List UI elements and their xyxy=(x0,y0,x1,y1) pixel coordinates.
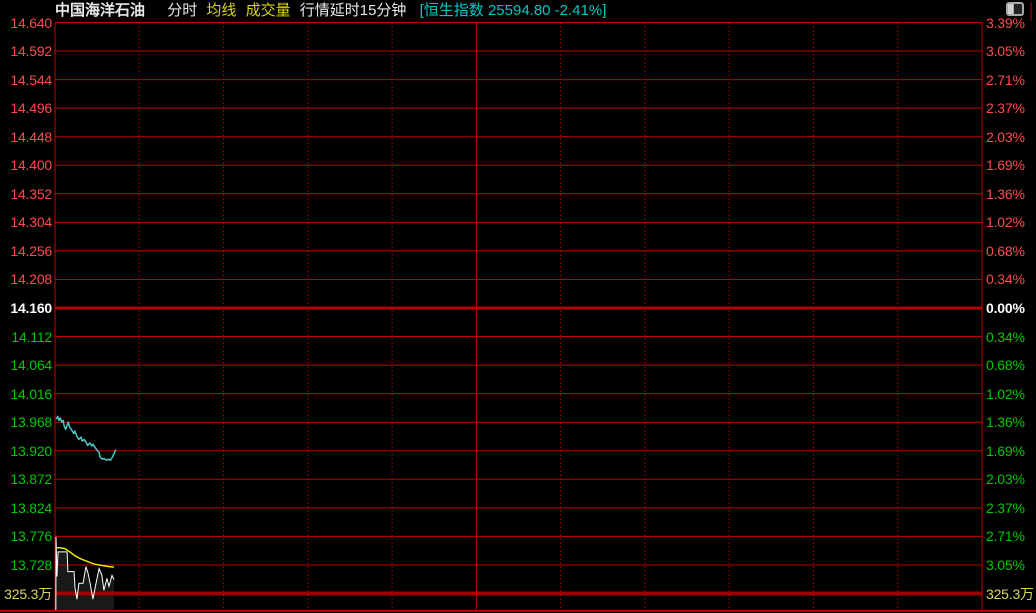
percent-axis-label: 0.34% xyxy=(986,271,1036,287)
percent-axis-label: 0.68% xyxy=(986,243,1036,259)
price-axis-label: 14.640 xyxy=(0,15,52,31)
volume-scale-label-r: 325.3万 xyxy=(986,586,1036,602)
index-ticker[interactable]: [恒生指数 25594.80 -2.41%] xyxy=(420,1,607,21)
percent-axis-label: 0.68% xyxy=(986,357,1036,373)
price-line xyxy=(56,416,116,460)
panel-toggle-icon-pane xyxy=(1008,4,1014,14)
stock-name: 中国海洋石油 xyxy=(55,1,145,21)
percent-axis-label: 0.00% xyxy=(986,300,1036,316)
price-axis-label: 14.352 xyxy=(0,186,52,202)
percent-axis-label: 2.37% xyxy=(986,100,1036,116)
volume-scale-label-l: 325.3万 xyxy=(0,586,52,602)
price-axis-label: 14.016 xyxy=(0,386,52,402)
percent-axis-label: 1.36% xyxy=(986,414,1036,430)
price-axis-label: 14.400 xyxy=(0,157,52,173)
panel-toggle-icon[interactable] xyxy=(1006,2,1024,16)
delay-notice: 行情延时15分钟 xyxy=(300,1,407,21)
percent-axis-label: 2.03% xyxy=(986,471,1036,487)
tab-timeshare[interactable]: 分时 xyxy=(167,1,197,21)
price-axis-label: 13.824 xyxy=(0,500,52,516)
price-axis-label: 14.208 xyxy=(0,271,52,287)
percent-axis-label: 2.03% xyxy=(986,129,1036,145)
title-bar: 中国海洋石油 分时 均线 成交量 行情延时15分钟 [恒生指数 25594.80… xyxy=(55,1,606,21)
price-axis-label: 14.496 xyxy=(0,100,52,116)
percent-axis-label: 2.71% xyxy=(986,528,1036,544)
tab-ma[interactable]: 均线 xyxy=(206,1,236,21)
price-axis-label: 14.112 xyxy=(0,329,52,345)
price-axis-label: 13.872 xyxy=(0,471,52,487)
price-axis-label: 13.728 xyxy=(0,557,52,573)
percent-axis-label: 0.34% xyxy=(986,329,1036,345)
percent-axis-label: 2.71% xyxy=(986,72,1036,88)
stock-chart-app: 中国海洋石油 分时 均线 成交量 行情延时15分钟 [恒生指数 25594.80… xyxy=(0,0,1036,613)
percent-axis-label: 1.02% xyxy=(986,386,1036,402)
price-axis-label: 14.544 xyxy=(0,72,52,88)
percent-axis-label: 3.05% xyxy=(986,43,1036,59)
percent-axis-label: 1.36% xyxy=(986,186,1036,202)
percent-axis-label: 1.69% xyxy=(986,157,1036,173)
chart-canvas[interactable] xyxy=(0,0,1036,613)
percent-axis-label: 3.05% xyxy=(986,557,1036,573)
price-axis-label: 14.064 xyxy=(0,357,52,373)
price-axis-label: 14.592 xyxy=(0,43,52,59)
price-axis-label: 14.160 xyxy=(0,300,52,316)
tab-volume[interactable]: 成交量 xyxy=(246,1,291,21)
price-axis-label: 14.304 xyxy=(0,214,52,230)
percent-axis-label: 2.37% xyxy=(986,500,1036,516)
price-axis-label: 14.256 xyxy=(0,243,52,259)
price-axis-label: 13.920 xyxy=(0,443,52,459)
percent-axis-label: 1.69% xyxy=(986,443,1036,459)
price-axis-label: 14.448 xyxy=(0,129,52,145)
percent-axis-label: 1.02% xyxy=(986,214,1036,230)
price-axis-label: 13.776 xyxy=(0,528,52,544)
price-axis-label: 13.968 xyxy=(0,414,52,430)
percent-axis-label: 3.39% xyxy=(986,15,1036,31)
